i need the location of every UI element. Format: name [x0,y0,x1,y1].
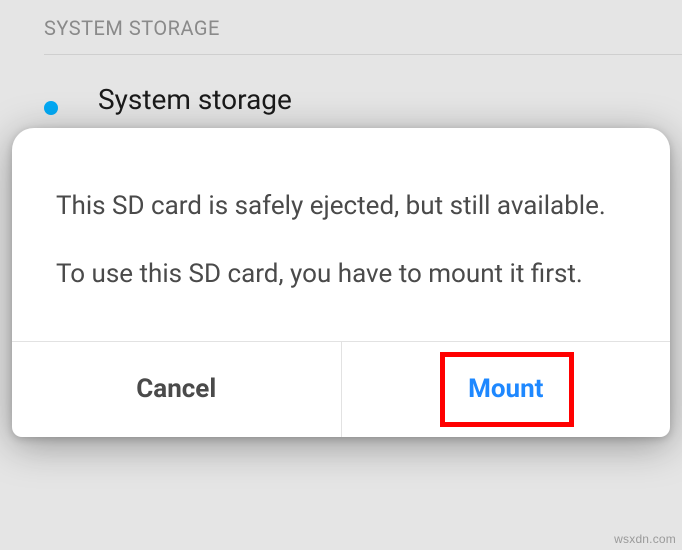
cancel-button-label: Cancel [136,374,216,404]
mount-button[interactable]: Mount [342,342,671,437]
storage-item-title: System storage [98,83,292,117]
mount-button-label: Mount [468,374,543,404]
mount-sd-dialog: This SD card is safely ejected, but stil… [12,128,670,437]
dialog-actions: Cancel Mount [12,341,670,437]
dialog-message-line1: This SD card is safely ejected, but stil… [56,188,626,224]
dialog-message: This SD card is safely ejected, but stil… [12,128,670,341]
section-header-system-storage: SYSTEM STORAGE [0,0,682,54]
cancel-button[interactable]: Cancel [12,342,341,437]
dialog-message-line2: To use this SD card, you have to mount i… [56,256,626,292]
storage-bullet-icon [44,101,58,115]
watermark: wsxdn.com [614,532,676,546]
